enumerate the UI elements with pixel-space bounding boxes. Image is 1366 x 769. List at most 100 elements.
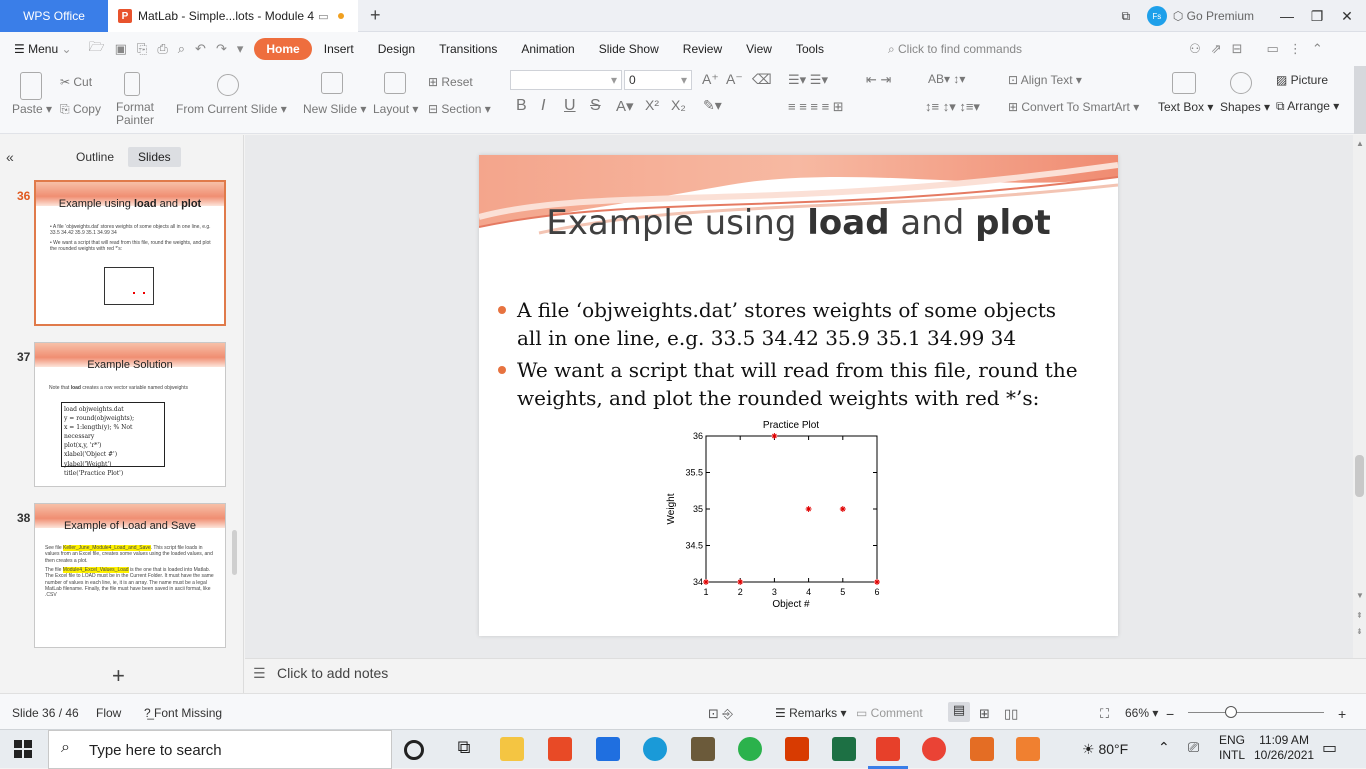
slide-bullet[interactable]: A file ‘objweights.dat’ stores weights o… (498, 296, 1087, 352)
slide-thumbnail-38[interactable]: Example of Load and Save See file Keller… (34, 503, 226, 648)
customize-icon[interactable]: ▾ (232, 41, 249, 57)
wps-icon[interactable] (876, 737, 900, 761)
convert-smartart-button[interactable]: ⊞ Convert To SmartArt ▾ (1008, 100, 1139, 114)
clear-format-icon[interactable]: ⌫ (752, 71, 772, 88)
print-icon[interactable]: ⎙ (152, 41, 172, 57)
underline-button[interactable]: U (564, 97, 576, 115)
share-icon[interactable]: ⇗ (1206, 41, 1227, 57)
clock[interactable]: 11:09 AM 10/26/2021 (1254, 733, 1314, 763)
italic-button[interactable]: I (541, 97, 545, 115)
current-slide[interactable]: Example using load and plot A file ‘objw… (479, 155, 1118, 636)
notes-pane[interactable]: ☰ Click to add notes (245, 658, 1366, 693)
weather-widget[interactable]: ☀ 80°F (1082, 741, 1128, 758)
export-icon[interactable]: ⎘ (132, 41, 152, 57)
zoom-slider[interactable] (1188, 712, 1324, 713)
chrome-icon[interactable] (922, 737, 946, 761)
bold-button[interactable]: B (516, 97, 527, 115)
layout-button[interactable]: Layout ▾ (373, 102, 418, 116)
go-premium-button[interactable]: ⬡ Go Premium (1173, 9, 1254, 23)
text-direction-icon[interactable]: AB▾ ↕▾ (928, 72, 965, 86)
collapse-ribbon-icon[interactable]: ⌃ (1307, 41, 1328, 57)
file-explorer-icon[interactable] (500, 737, 524, 761)
office-icon[interactable] (548, 737, 572, 761)
language-indicator[interactable]: ENG INTL (1219, 733, 1245, 763)
wps-office-tab[interactable]: WPS Office (0, 0, 108, 32)
open-icon[interactable]: 🗁 (84, 38, 110, 60)
tab-home[interactable]: Home (254, 38, 312, 60)
format-painter-button[interactable]: Format Painter (116, 101, 154, 127)
menu-button[interactable]: ☰ Menu ⌄ (0, 42, 84, 56)
evernote-icon[interactable] (738, 737, 762, 761)
scroll-thumb[interactable] (1355, 455, 1364, 497)
command-search[interactable]: ⌕ Click to find commands (876, 42, 1034, 57)
from-current-slide-button[interactable]: From Current Slide ▾ (176, 102, 287, 116)
cortana-icon[interactable] (404, 740, 424, 760)
notifications-icon[interactable]: ▭ (1322, 738, 1337, 758)
share-user-icon[interactable]: ⚇ (1184, 41, 1206, 57)
paste-button[interactable]: Paste ▾ (12, 102, 52, 116)
zoom-out-button[interactable]: − (1166, 706, 1174, 722)
tab-slides[interactable]: Slides (128, 147, 181, 167)
media-player-icon[interactable] (1016, 737, 1040, 761)
redo-icon[interactable]: ↷ (211, 41, 232, 57)
restore-button[interactable]: ❐ (1302, 8, 1332, 25)
align-text-button[interactable]: ⊡ Align Text ▾ (1008, 73, 1082, 87)
canvas-scrollbar[interactable]: ▲ ▼ ⇞ ⇟ (1353, 135, 1366, 658)
tab-outline[interactable]: Outline (66, 147, 124, 167)
comment-icon[interactable]: ▭ (1262, 41, 1284, 57)
font-shrink-button[interactable]: A⁻ (726, 71, 743, 88)
tab-view[interactable]: View (734, 42, 784, 56)
more-icon[interactable]: ⋮ (1284, 41, 1307, 57)
comment-button[interactable]: ▭ Comment (856, 706, 923, 720)
paste-icon[interactable] (20, 72, 42, 100)
new-tab-button[interactable]: + (370, 5, 381, 26)
taskbar-search[interactable]: ⌕ Type here to search (48, 730, 392, 769)
fit-window-icon[interactable]: ⛶ (1100, 706, 1109, 722)
dropbox-icon[interactable] (596, 737, 620, 761)
reset-button[interactable]: ⊞ Reset (428, 75, 473, 89)
flow-button[interactable]: Flow (96, 706, 121, 720)
zoom-in-button[interactable]: + (1338, 706, 1346, 722)
zoom-select[interactable]: 66% ▾ (1125, 706, 1158, 720)
powerpoint-office-icon[interactable] (785, 737, 809, 761)
font-name-select[interactable]: ▾ (510, 70, 622, 90)
superscript-button[interactable]: X² (645, 97, 659, 113)
window-icon[interactable]: ▭ (318, 10, 328, 23)
excel-icon[interactable] (832, 737, 856, 761)
close-button[interactable]: ✕ (1332, 8, 1362, 25)
minimize-button[interactable]: — (1272, 8, 1302, 24)
save-icon[interactable]: ▣ (110, 41, 132, 57)
ribbon-scroll[interactable] (1354, 66, 1366, 134)
avatar[interactable]: Fs (1146, 6, 1167, 26)
slide-thumbnail-36[interactable]: Example using load and plot • A file ‘ob… (34, 180, 226, 326)
tab-animation[interactable]: Animation (509, 42, 586, 56)
font-grow-button[interactable]: A⁺ (702, 71, 719, 88)
add-slide-button[interactable]: + (112, 663, 125, 689)
highlight-icon[interactable]: ✎▾ (703, 97, 722, 114)
font-size-select[interactable]: 0 ▾ (624, 70, 692, 90)
notes-toggle-icon[interactable]: ⊡ ⎆ (708, 706, 733, 722)
undo-icon[interactable]: ↶ (190, 41, 211, 57)
slide-sorter-icon[interactable]: ⊞ (979, 706, 990, 722)
tab-insert[interactable]: Insert (312, 42, 366, 56)
task-view-icon[interactable]: ⧉ (452, 737, 476, 761)
tab-slide-show[interactable]: Slide Show (587, 42, 671, 56)
store-icon[interactable] (691, 737, 715, 761)
slide-thumbnail-37[interactable]: Example Solution Note that load creates … (34, 342, 226, 487)
bullets-icon[interactable]: ☰▾ ☰▾ (788, 72, 828, 88)
remarks-button[interactable]: ☰ Remarks ▾ (775, 706, 846, 720)
network-icon[interactable]: ⎚ (1188, 739, 1199, 756)
new-slide-button[interactable]: New Slide ▾ (303, 102, 366, 116)
tab-tools[interactable]: Tools (784, 42, 836, 56)
text-box-button[interactable]: Text Box ▾ (1158, 100, 1213, 114)
collapse-panel-icon[interactable]: « (6, 149, 14, 165)
align-icons[interactable]: ≡ ≡ ≡ ≡ ⊞ (788, 99, 844, 115)
section-button[interactable]: ⊟ Section ▾ (428, 102, 491, 116)
slide-title[interactable]: Example using load and plot (479, 203, 1118, 243)
line-spacing-icon[interactable]: ↕≡ ↕▾ ↕≡▾ (925, 99, 980, 115)
subscript-button[interactable]: X₂ (671, 97, 686, 113)
tab-design[interactable]: Design (366, 42, 427, 56)
panel-scrollbar[interactable] (232, 530, 237, 575)
strikethrough-button[interactable]: S (590, 97, 601, 115)
cut-button[interactable]: ✂ Cut (60, 75, 92, 89)
